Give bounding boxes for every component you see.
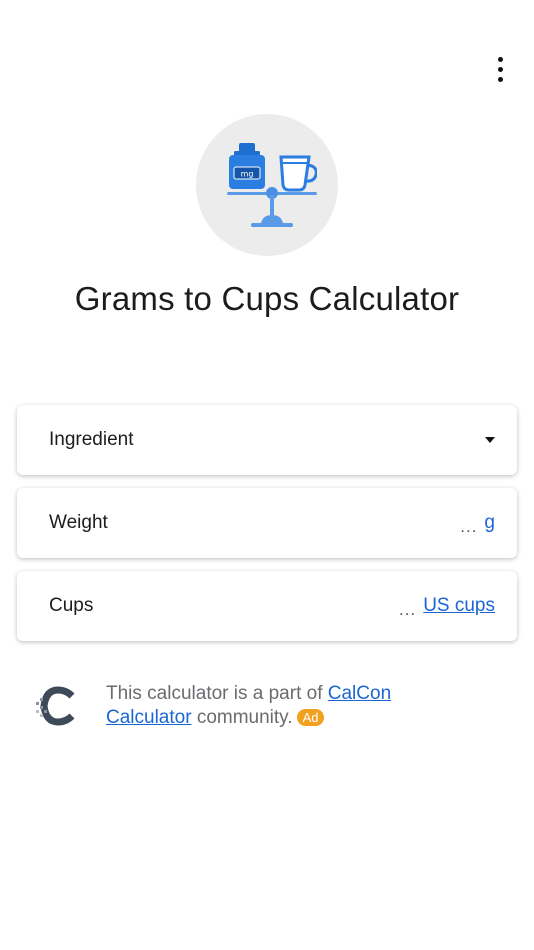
svg-text:mg: mg bbox=[241, 170, 254, 179]
dropdown-caret-icon bbox=[485, 437, 495, 443]
community-prefix: This calculator is a part of bbox=[106, 683, 328, 704]
calcon-link[interactable]: CalCon bbox=[328, 683, 391, 704]
more-vertical-icon bbox=[497, 56, 503, 62]
weight-label: Weight bbox=[49, 512, 108, 533]
community-suffix: community. bbox=[191, 707, 293, 728]
weight-field[interactable]: Weight ... g bbox=[17, 488, 517, 558]
page-title: Grams to Cups Calculator bbox=[74, 280, 460, 317]
more-options-button[interactable] bbox=[488, 54, 512, 84]
page: mg Grams to Cups Calculator Ingredient W… bbox=[0, 0, 534, 950]
community-text: This calculator is a part of CalCon Calcu… bbox=[106, 682, 391, 730]
weight-input[interactable]: ... bbox=[460, 517, 477, 537]
ad-badge: Ad bbox=[296, 709, 325, 726]
calculator-link[interactable]: Calculator bbox=[106, 707, 192, 728]
cups-input[interactable]: ... bbox=[399, 600, 416, 620]
cups-label: Cups bbox=[49, 595, 94, 616]
ingredient-dropdown[interactable]: Ingredient bbox=[17, 405, 517, 475]
cups-field[interactable]: Cups ... US cups bbox=[17, 571, 517, 641]
ingredient-label: Ingredient bbox=[49, 429, 134, 450]
more-vertical-icon-dot bbox=[497, 76, 503, 82]
more-vertical-icon-dot bbox=[497, 66, 503, 72]
calculator-hero-image: mg bbox=[196, 114, 338, 256]
scale-weight-cup-icon: mg bbox=[227, 143, 317, 227]
weight-unit-link[interactable]: g bbox=[484, 512, 495, 534]
cups-unit-link[interactable]: US cups bbox=[423, 595, 495, 617]
calcon-logo-icon bbox=[36, 686, 75, 726]
community-notice: This calculator is a part of CalCon Calcu… bbox=[34, 682, 494, 730]
